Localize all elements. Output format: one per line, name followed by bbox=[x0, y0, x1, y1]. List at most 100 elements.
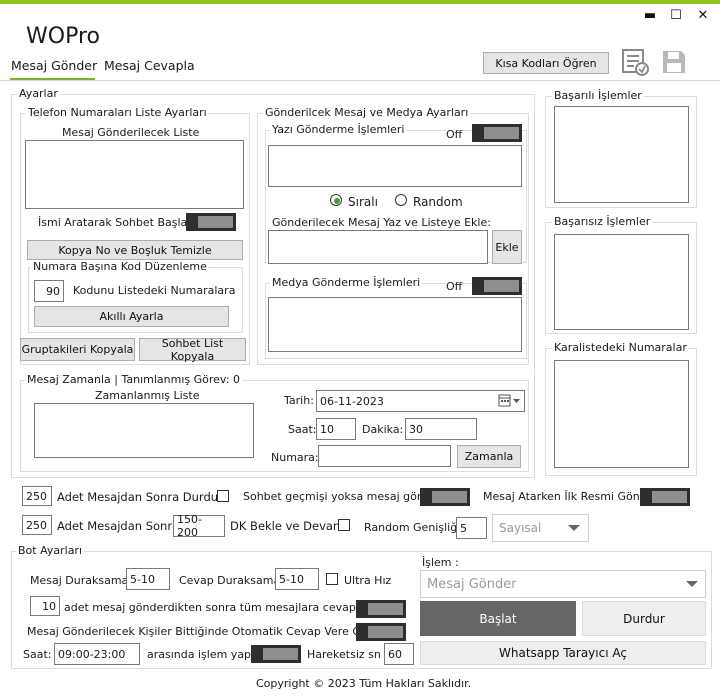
official-label: Mesaj Atarken İlk Resmi Gönder: bbox=[483, 490, 662, 503]
stop-after-checkbox[interactable] bbox=[217, 490, 229, 502]
ultra-speed-label: Ultra Hız bbox=[344, 574, 392, 587]
minimize-button[interactable]: ▬ bbox=[641, 7, 659, 25]
country-code-input[interactable]: 90 bbox=[34, 280, 64, 302]
auto-reply-label: Mesaj Gönderilecek Kişiler Bittiğinde Ot… bbox=[27, 625, 374, 638]
close-button[interactable]: ✕ bbox=[694, 7, 712, 25]
calendar-icon[interactable] bbox=[498, 394, 522, 408]
media-list-box[interactable] bbox=[268, 297, 522, 352]
media-send-state: Off bbox=[446, 280, 463, 293]
send-list-label: Mesaj Gönderilecek Liste bbox=[62, 126, 200, 139]
scheduled-list-box[interactable] bbox=[34, 403, 254, 458]
settings-group-title: Ayarlar bbox=[17, 87, 60, 100]
text-send-state: Off bbox=[446, 128, 463, 141]
radio-random[interactable] bbox=[395, 194, 407, 206]
copy-groups-button[interactable]: Gruptakileri Kopyala bbox=[20, 338, 135, 361]
no-history-toggle[interactable] bbox=[420, 488, 470, 506]
failed-list[interactable] bbox=[554, 234, 689, 330]
phone-list-group-title: Telefon Numaraları Liste Ayarları bbox=[26, 106, 209, 119]
open-browser-button[interactable]: Whatsapp Tarayıcı Aç bbox=[420, 641, 706, 665]
no-history-label: Sohbet geçmişi yoksa mesaj gönder bbox=[243, 490, 443, 503]
date-value: 06-11-2023 bbox=[320, 394, 384, 408]
wait-after-input[interactable]: 250 bbox=[22, 515, 52, 535]
date-picker[interactable]: 06-11-2023 bbox=[316, 390, 525, 412]
maximize-button[interactable]: ☐ bbox=[667, 7, 685, 25]
reply-all-toggle[interactable] bbox=[356, 600, 406, 618]
reply-pause-input[interactable]: 5-10 bbox=[275, 568, 319, 590]
radio-random-label: Random bbox=[413, 195, 463, 209]
success-title: Başarılı İşlemler bbox=[552, 89, 644, 102]
media-send-title: Medya Gönderme İşlemleri bbox=[270, 276, 423, 289]
stop-after-label: Adet Mesajdan Sonra Durdur bbox=[57, 490, 223, 504]
send-list-textarea[interactable] bbox=[25, 140, 244, 209]
date-label: Tarih: bbox=[284, 394, 314, 407]
add-message-button[interactable]: Ekle bbox=[492, 230, 522, 264]
schedule-button[interactable]: Zamanla bbox=[457, 445, 521, 468]
search-chat-toggle[interactable] bbox=[186, 213, 236, 231]
radio-sequential[interactable] bbox=[330, 194, 342, 206]
operation-select[interactable]: Mesaj Gönder bbox=[420, 570, 706, 598]
operation-chevron-down-icon bbox=[686, 581, 698, 587]
new-message-input[interactable] bbox=[268, 230, 488, 264]
ultra-speed-checkbox[interactable] bbox=[326, 573, 338, 585]
reply-all-input[interactable]: 10 bbox=[30, 596, 60, 616]
stop-button[interactable]: Durdur bbox=[582, 601, 706, 636]
random-type-value: Sayısal bbox=[499, 521, 542, 535]
save-icon[interactable] bbox=[660, 48, 688, 76]
top-accent-bar bbox=[0, 0, 720, 4]
idle-input[interactable]: 60 bbox=[384, 643, 414, 665]
hour-label: Saat: bbox=[288, 423, 317, 436]
export-list-icon[interactable] bbox=[620, 48, 650, 76]
tab-mesaj-cevapla[interactable]: Mesaj Cevapla bbox=[104, 58, 195, 73]
number-label: Numara: bbox=[271, 451, 319, 464]
code-edit-group-title: Numara Başına Kod Düzenleme bbox=[31, 260, 209, 273]
bot-settings-title: Bot Ayarları bbox=[16, 544, 85, 557]
wait-range-input[interactable]: 150-200 bbox=[173, 513, 225, 539]
schedule-group-title: Mesaj Zamanla | Tanımlanmış Görev: 0 bbox=[25, 373, 243, 386]
tab-mesaj-gonder[interactable]: Mesaj Gönder bbox=[11, 58, 97, 73]
failed-title: Başarısız İşlemler bbox=[552, 215, 653, 228]
msg-pause-label: Mesaj Duraksama: bbox=[30, 574, 132, 587]
app-title: WOPro bbox=[26, 24, 100, 49]
shortcuts-button[interactable]: Kısa Kodları Öğren bbox=[483, 52, 609, 74]
header-divider bbox=[0, 80, 720, 81]
copy-clean-button[interactable]: Kopya No ve Boşluk Temizle bbox=[27, 240, 243, 260]
write-add-label: Gönderilecek Mesaj Yaz ve Listeye Ekle: bbox=[272, 216, 491, 229]
random-width-label: Random Genişliği: bbox=[364, 521, 464, 534]
random-width-input[interactable]: 5 bbox=[456, 517, 487, 539]
msg-pause-input[interactable]: 5-10 bbox=[126, 568, 170, 590]
blacklist-title: Karalistedeki Numaralar bbox=[552, 341, 689, 354]
text-send-toggle[interactable] bbox=[472, 124, 522, 142]
wait-checkbox[interactable] bbox=[338, 519, 350, 531]
search-chat-label: İsmi Aratarak Sohbet Başlat bbox=[38, 216, 192, 229]
minute-label: Dakika: bbox=[362, 423, 404, 436]
idle-label: Hareketsiz sn : bbox=[307, 648, 389, 661]
time-suffix-label: arasında işlem yap bbox=[147, 648, 252, 661]
number-input[interactable] bbox=[318, 445, 451, 467]
text-message-textarea[interactable] bbox=[268, 145, 522, 187]
reply-pause-label: Cevap Duraksama: bbox=[179, 574, 284, 587]
reply-all-label: adet mesaj gönderdikten sonra tüm mesajl… bbox=[64, 601, 378, 614]
time-range-input[interactable]: 09:00-23:00 bbox=[54, 643, 140, 665]
copyright-text: Copyright © 2023 Tüm Hakları Saklıdır. bbox=[256, 677, 472, 690]
auto-reply-toggle[interactable] bbox=[356, 623, 406, 641]
text-send-title: Yazı Gönderme İşlemleri bbox=[270, 123, 407, 136]
smart-adjust-button[interactable]: Akıllı Ayarla bbox=[34, 306, 229, 327]
hour-input[interactable]: 10 bbox=[316, 418, 356, 440]
operation-label: İşlem : bbox=[422, 556, 459, 569]
official-toggle[interactable] bbox=[640, 488, 690, 506]
stop-after-input[interactable]: 250 bbox=[22, 486, 52, 506]
start-button[interactable]: Başlat bbox=[420, 601, 576, 636]
operation-value: Mesaj Gönder bbox=[427, 576, 517, 592]
random-type-chevron-down-icon bbox=[568, 525, 580, 531]
time-label: Saat: bbox=[23, 648, 52, 661]
success-list[interactable] bbox=[554, 106, 689, 203]
media-send-toggle[interactable] bbox=[472, 277, 522, 295]
time-range-toggle[interactable] bbox=[251, 645, 301, 663]
wait-after-label: Adet Mesajdan Sonra bbox=[57, 519, 180, 533]
blacklist-list[interactable] bbox=[554, 360, 689, 468]
copy-chats-button[interactable]: Sohbet List Kopyala bbox=[139, 337, 246, 363]
country-code-label: Kodunu Listedeki Numaralara bbox=[73, 284, 236, 297]
minute-input[interactable]: 30 bbox=[405, 418, 477, 440]
wait-range-label: DK Bekle ve Devam bbox=[230, 519, 345, 533]
radio-sequential-label: Sıralı bbox=[348, 195, 378, 209]
